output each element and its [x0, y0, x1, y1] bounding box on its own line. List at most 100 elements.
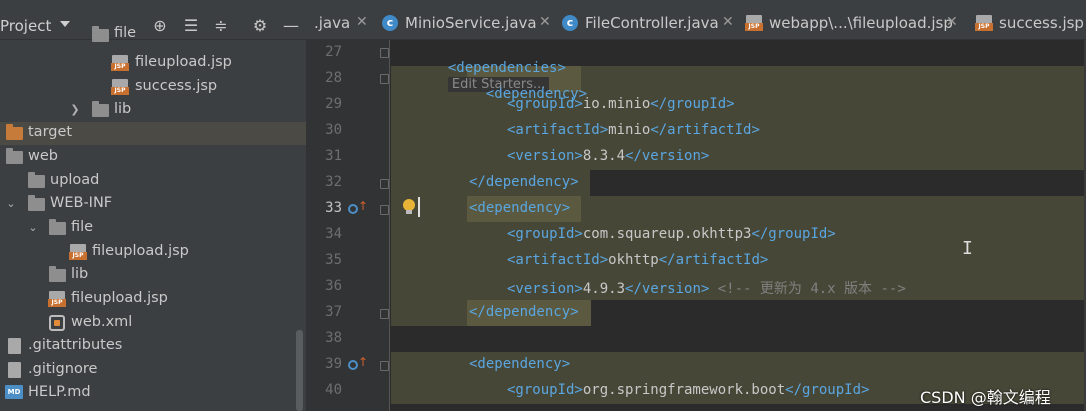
code-line-29[interactable]: <groupId>io.minio</groupId>: [507, 96, 735, 112]
mouse-ibeam-cursor-icon: I: [962, 238, 973, 259]
close-tab-icon[interactable]: ✕: [722, 14, 734, 30]
line-number: 40: [325, 382, 342, 398]
collapse-arrow-icon[interactable]: ⌄: [4, 196, 18, 212]
tree-item-gitattributes[interactable]: .gitattributes: [0, 335, 306, 358]
code-line-34[interactable]: <groupId>com.squareup.okhttp3</groupId>: [507, 226, 836, 242]
xml-tag: </dependency>: [469, 174, 579, 190]
navigate-to-parent-icon[interactable]: ↑: [348, 199, 368, 216]
tree-item-file-fileupload-jsp[interactable]: fileupload.jsp: [0, 241, 306, 264]
xml-tag: <artifactId>: [507, 252, 609, 268]
xml-tag: </version>: [625, 281, 710, 297]
tree-item-label: lib: [114, 101, 132, 117]
tree-item-lib[interactable]: ❯ lib: [0, 99, 306, 122]
tree-item-web-xml[interactable]: web.xml: [0, 312, 306, 335]
tree-item-gitignore[interactable]: .gitignore: [0, 359, 306, 382]
fold-marker-icon[interactable]: [380, 309, 389, 319]
folder-icon: [49, 219, 67, 236]
tree-item-label: .gitattributes: [28, 337, 123, 353]
folder-icon: [28, 172, 46, 189]
xml-tag: <dependency>: [469, 356, 571, 372]
jsp-file-icon: [69, 244, 88, 260]
tree-item-label: .gitignore: [28, 361, 98, 377]
text-file-icon: [6, 362, 24, 378]
tab-label: success.jsp: [999, 14, 1084, 32]
tree-item-label: web.xml: [71, 314, 133, 330]
jsp-file-icon: [111, 55, 130, 71]
fold-marker-icon[interactable]: [380, 361, 389, 371]
folder-icon: [49, 266, 67, 283]
fold-marker-icon[interactable]: [380, 179, 389, 189]
line-number: 30: [325, 122, 342, 138]
tree-item-target[interactable]: target: [0, 122, 306, 145]
close-tab-icon[interactable]: ✕: [946, 14, 958, 30]
tree-item-web-inf[interactable]: ⌄ WEB-INF: [0, 193, 306, 216]
xml-file-icon: [49, 315, 67, 331]
java-class-icon: c: [562, 15, 578, 31]
expand-arrow-icon[interactable]: ❯: [68, 102, 82, 118]
intention-bulb-icon[interactable]: [402, 199, 416, 217]
tree-item-label: web: [28, 148, 58, 164]
collapse-arrow-icon[interactable]: ⌄: [26, 220, 40, 236]
xml-value: 8.3.4: [582, 148, 626, 164]
fold-marker-icon[interactable]: [380, 205, 389, 215]
jsp-file-icon: [48, 291, 67, 307]
tree-item-label: target: [28, 124, 73, 140]
code-line-33[interactable]: <dependency>: [469, 200, 570, 216]
code-line-36[interactable]: <version>4.9.3</version> <!-- 更新为 4.x 版本…: [507, 278, 906, 298]
code-line-37[interactable]: </dependency>: [469, 304, 579, 320]
tree-item-success-jsp[interactable]: success.jsp: [0, 76, 306, 99]
fold-marker-icon[interactable]: [380, 74, 389, 84]
tree-item-file[interactable]: ⌄ file: [0, 217, 306, 240]
line-number: 34: [325, 226, 342, 242]
code-line-31[interactable]: <version>8.3.4</version>: [507, 148, 709, 164]
xml-tag: </dependency>: [469, 304, 579, 320]
xml-tag: </version>: [625, 148, 710, 164]
xml-tag: <groupId>: [507, 382, 583, 398]
line-number: 32: [325, 174, 342, 190]
project-scrollbar[interactable]: [296, 330, 303, 411]
xml-tag: <dependency>: [469, 200, 571, 216]
tree-item-web-inf-lib[interactable]: lib: [0, 264, 306, 287]
code-line-30[interactable]: <artifactId>minio</artifactId>: [507, 122, 760, 138]
xml-tag: </groupId>: [785, 382, 870, 398]
xml-tag: <groupId>: [507, 226, 583, 242]
close-tab-icon[interactable]: ✕: [356, 14, 368, 30]
tree-item-label: success.jsp: [135, 78, 218, 94]
tree-item-web[interactable]: web: [0, 146, 306, 169]
tab-label: webapp\...\fileupload.jsp: [769, 14, 953, 32]
fold-marker-icon[interactable]: [380, 48, 389, 58]
tree-item-help-md[interactable]: MD HELP.md: [0, 382, 306, 405]
tree-item-label: fileupload.jsp: [92, 243, 189, 259]
folder-icon: [28, 195, 46, 212]
line-number: 35: [325, 252, 342, 268]
xml-tag: <groupId>: [507, 96, 583, 112]
code-line-40[interactable]: <groupId>org.springframework.boot</group…: [507, 382, 869, 398]
jsp-file-icon: [111, 79, 130, 95]
tree-item-label: lib: [71, 266, 89, 282]
code-line-39[interactable]: <dependency>: [469, 356, 570, 372]
navigate-to-parent-icon[interactable]: ↑: [348, 355, 368, 372]
code-line-32[interactable]: </dependency>: [469, 174, 579, 190]
xml-value: minio: [608, 122, 651, 138]
folder-icon: [6, 148, 24, 165]
tree-item-label: file: [114, 25, 137, 41]
line-number: 39: [325, 356, 342, 372]
editor-tab-bar: .java ✕ c MinioService.java ✕ c FileCont…: [306, 0, 1086, 40]
tree-item-fileupload-jsp[interactable]: fileupload.jsp: [0, 52, 306, 75]
project-view-dropdown-icon[interactable]: [60, 21, 70, 27]
tree-item-upload[interactable]: upload: [0, 170, 306, 193]
tree-item-label: fileupload.jsp: [135, 54, 232, 70]
tree-item-label: upload: [50, 172, 100, 188]
close-tab-icon[interactable]: ✕: [539, 14, 551, 30]
xml-value: com.squareup.okhttp3: [582, 226, 752, 242]
tree-item-web-inf-fileupload-jsp[interactable]: fileupload.jsp: [0, 288, 306, 311]
xml-value: io.minio: [582, 96, 651, 112]
folder-icon: [92, 26, 110, 43]
xml-value: okhttp: [608, 252, 659, 268]
xml-tag: <artifactId>: [507, 122, 609, 138]
line-number: 38: [325, 330, 342, 346]
watermark: CSDN @翰文编程: [920, 388, 1051, 407]
code-line-35[interactable]: <artifactId>okhttp</artifactId>: [507, 252, 768, 268]
tree-item-file-partial[interactable]: file: [0, 25, 306, 54]
text-file-icon: [6, 338, 24, 354]
